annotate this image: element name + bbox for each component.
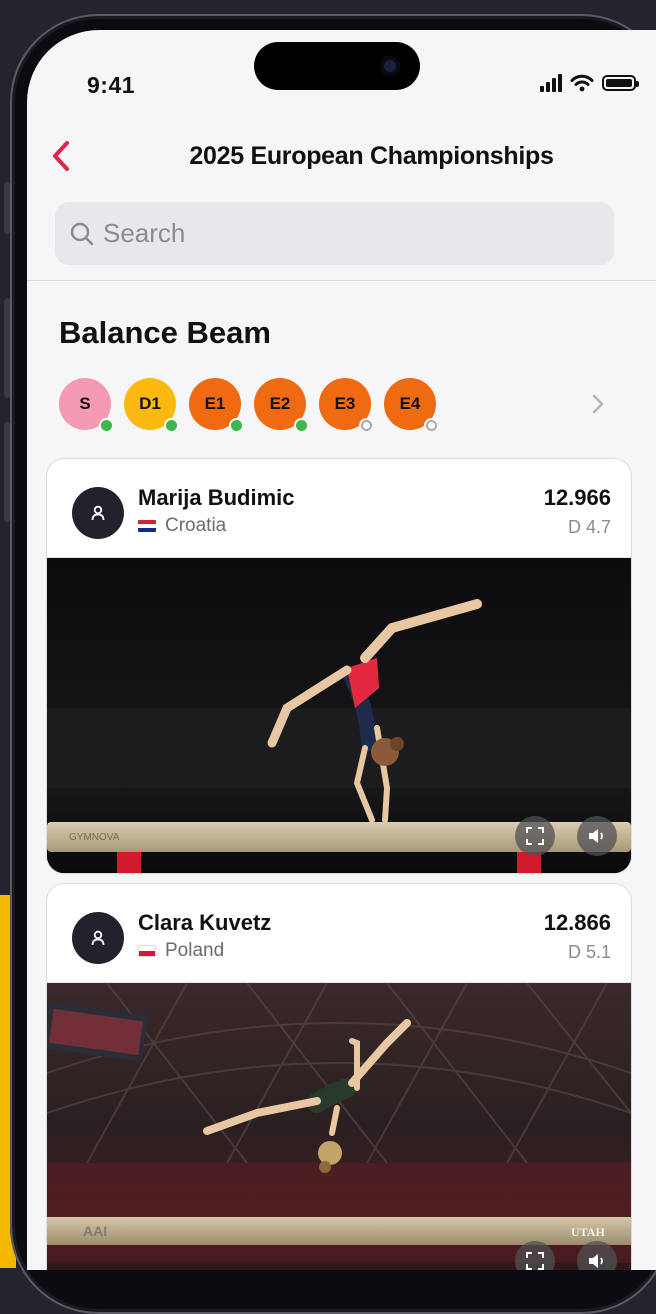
mute-switch (4, 182, 10, 234)
judge-e4[interactable]: E4 (384, 378, 439, 433)
judge-e1[interactable]: E1 (189, 378, 244, 433)
avatar (72, 912, 124, 964)
fullscreen-button[interactable] (515, 816, 555, 856)
camera-icon (380, 56, 400, 76)
wifi-icon (570, 74, 594, 92)
judge-e2[interactable]: E2 (254, 378, 309, 433)
judge-label: S (79, 394, 91, 413)
svg-text:UTAH: UTAH (571, 1225, 605, 1239)
judge-e3[interactable]: E3 (319, 378, 374, 433)
judges-next-button[interactable] (589, 392, 607, 416)
athlete-name: Marija Budimic (138, 485, 295, 510)
back-button[interactable] (47, 138, 77, 174)
croatia-flag-icon (138, 520, 156, 532)
section-title: Balance Beam (59, 315, 271, 350)
search-icon (70, 222, 94, 245)
athlete-card[interactable]: Marija Budimic Croatia 12.966 D 4.7 GYMN… (46, 458, 632, 874)
chevron-right-icon (592, 394, 604, 414)
offline-status-dot (359, 418, 374, 433)
country-name: Poland (165, 940, 225, 961)
speaker-icon (589, 829, 603, 843)
athlete-country: Poland (138, 940, 224, 962)
avatar (72, 487, 124, 539)
athlete-header: Marija Budimic Croatia 12.966 D 4.7 (47, 459, 631, 558)
online-status-dot (164, 418, 179, 433)
header-divider (27, 280, 656, 281)
judge-label: E3 (334, 394, 356, 413)
judge-label: E4 (399, 394, 421, 413)
search-bar[interactable] (55, 202, 614, 265)
total-score: 12.966 (543, 485, 611, 510)
judge-label: D1 (139, 394, 161, 413)
volume-up-button (4, 298, 10, 398)
difficulty-score: D 4.7 (567, 517, 611, 537)
status-icons (540, 74, 639, 92)
page-title: 2025 European Championships (189, 142, 554, 170)
judge-d1[interactable]: D1 (124, 378, 179, 433)
status-time: 9:41 (87, 72, 136, 98)
person-icon (91, 930, 105, 946)
online-status-dot (294, 418, 309, 433)
fullscreen-icon (526, 827, 544, 845)
difficulty-score: D 5.1 (567, 942, 611, 962)
svg-text:AAI: AAI (83, 1223, 107, 1239)
fullscreen-icon (526, 1252, 544, 1270)
cellular-signal-icon (540, 74, 562, 92)
speaker-icon (589, 1254, 603, 1268)
athlete-header: Clara Kuvetz Poland 12.866 D 5.1 (47, 884, 631, 983)
volume-button[interactable] (577, 816, 617, 856)
athlete-country: Croatia (138, 515, 226, 537)
country-name: Croatia (165, 515, 227, 536)
online-status-dot (229, 418, 244, 433)
judge-s[interactable]: S (59, 378, 114, 433)
judge-label: E2 (269, 394, 291, 413)
poland-flag-icon (138, 945, 156, 957)
battery-icon (602, 75, 639, 91)
routine-video[interactable]: AAI UTAH (47, 983, 631, 1270)
app-screen: 9:41 2025 European Championships Balance… (27, 30, 656, 1270)
judge-label: E1 (204, 394, 226, 413)
offline-status-dot (424, 418, 439, 433)
search-input[interactable] (103, 218, 563, 249)
athlete-name: Clara Kuvetz (138, 910, 272, 935)
judge-list: S D1 E1 E2 E3 E4 (59, 378, 439, 433)
person-icon (91, 505, 105, 521)
dynamic-island (254, 42, 420, 90)
online-status-dot (99, 418, 114, 433)
gymnast-video-frame: AAI UTAH (47, 983, 631, 1270)
total-score: 12.866 (543, 910, 611, 935)
routine-video[interactable]: GYMNOVA (47, 558, 631, 873)
athlete-card[interactable]: Clara Kuvetz Poland 12.866 D 5.1 AAI UTA… (46, 883, 632, 1270)
chevron-left-icon (53, 141, 69, 171)
svg-text:GYMNOVA: GYMNOVA (69, 832, 120, 843)
volume-down-button (4, 422, 10, 522)
